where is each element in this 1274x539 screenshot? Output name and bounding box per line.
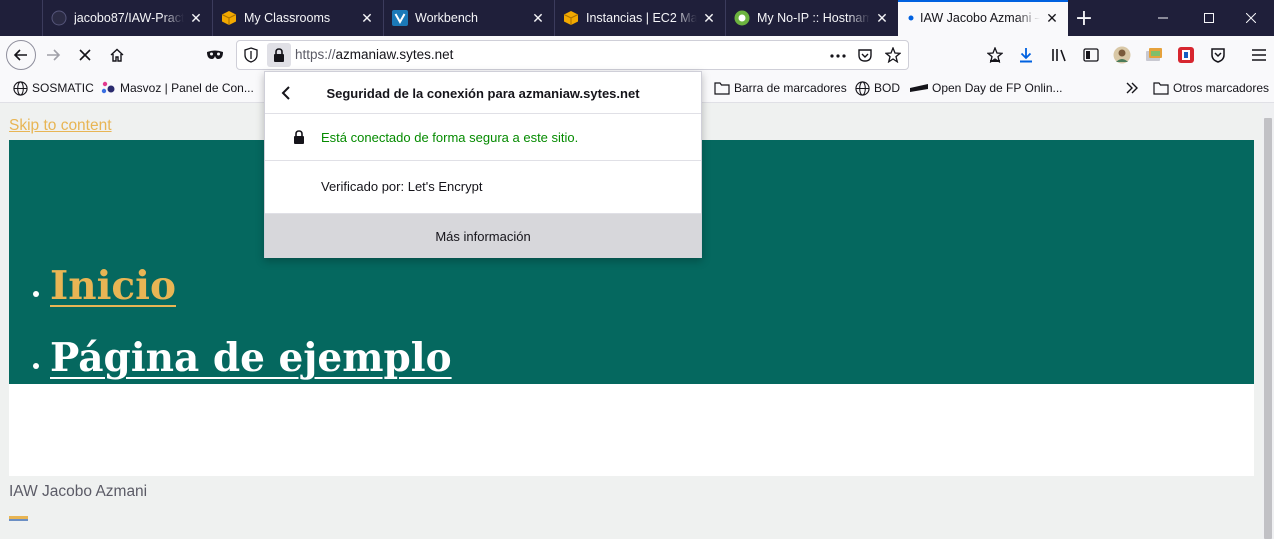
footer-decoration bbox=[9, 516, 28, 521]
stop-button[interactable] bbox=[70, 40, 100, 70]
panel-header: Seguridad de la conexión para azmaniaw.s… bbox=[265, 72, 701, 114]
pocket-icon[interactable] bbox=[857, 47, 875, 65]
new-tab-button[interactable]: + bbox=[1072, 6, 1096, 31]
account-avatar-icon[interactable] bbox=[1107, 40, 1137, 70]
aws-box-icon bbox=[221, 10, 237, 26]
more-info-button[interactable]: Más información bbox=[265, 214, 701, 258]
secure-connection-text: Está conectado de forma segura a este si… bbox=[321, 130, 579, 145]
forward-button[interactable] bbox=[38, 40, 68, 70]
bookmark-label: Barra de marcadores bbox=[734, 81, 847, 95]
bookmark-sosmatic[interactable]: SOSMATIC bbox=[12, 80, 94, 96]
close-icon[interactable]: ✕ bbox=[1044, 10, 1060, 26]
address-bar[interactable]: https://azmaniaw.sytes.net bbox=[236, 40, 909, 70]
library-icon[interactable] bbox=[1045, 40, 1075, 70]
tab-ec2[interactable]: Instancias | EC2 Man ✕ bbox=[554, 0, 725, 36]
url-scheme: https:// bbox=[295, 47, 336, 62]
masvoz-icon bbox=[100, 80, 116, 96]
nav-item-inicio: Inicio bbox=[33, 250, 452, 322]
bookmark-otros-marcadores[interactable]: Otros marcadores bbox=[1153, 80, 1269, 96]
panel-title: Seguridad de la conexión para azmaniaw.s… bbox=[326, 86, 640, 101]
tab-noip[interactable]: My No-IP :: Hostnam ✕ bbox=[725, 0, 898, 36]
bookmark-barra-de-marcadores[interactable]: Barra de marcadores bbox=[714, 80, 847, 96]
bookmarks-menu-icon[interactable] bbox=[980, 40, 1010, 70]
footer-site-name: IAW Jacobo Azmani bbox=[9, 483, 148, 500]
github-icon bbox=[51, 10, 67, 26]
nav-link-inicio[interactable]: Inicio bbox=[50, 263, 176, 309]
bullet bbox=[33, 291, 39, 297]
extension-shield-icon[interactable] bbox=[1203, 40, 1233, 70]
back-button[interactable] bbox=[6, 40, 36, 70]
noip-icon bbox=[734, 10, 750, 26]
bookmark-label: Open Day de FP Onlin... bbox=[932, 81, 1063, 95]
bookmark-label: Otros marcadores bbox=[1173, 81, 1270, 95]
lock-icon bbox=[293, 130, 305, 149]
folder-icon bbox=[1153, 80, 1169, 96]
page-scrollbar[interactable] bbox=[1262, 103, 1274, 539]
tab-title: My No-IP :: Hostnam bbox=[757, 11, 870, 25]
close-icon[interactable]: ✕ bbox=[188, 10, 204, 26]
close-icon[interactable]: ✕ bbox=[359, 10, 375, 26]
bookmark-star-icon[interactable] bbox=[884, 46, 903, 65]
close-icon[interactable]: ✕ bbox=[874, 10, 890, 26]
hamburger-menu-icon[interactable] bbox=[1244, 40, 1274, 70]
tab-title: IAW Jacobo Azmani – bbox=[920, 11, 1040, 25]
vocareum-icon bbox=[392, 10, 408, 26]
tab-github[interactable]: jacobo87/IAW-Practi ✕ bbox=[42, 0, 212, 36]
tab-title: Instancias | EC2 Man bbox=[586, 11, 697, 25]
private-mask-icon bbox=[200, 40, 230, 70]
page-actions-icon[interactable] bbox=[829, 48, 847, 64]
content-area bbox=[9, 384, 1254, 476]
loading-dot-icon bbox=[906, 10, 916, 26]
secure-connection-row: Está conectado de forma segura a este si… bbox=[265, 114, 701, 161]
bookmark-label: Masvoz | Panel de Con... bbox=[120, 81, 254, 95]
tab-title: My Classrooms bbox=[244, 11, 331, 25]
bookmarks-overflow-button[interactable] bbox=[1124, 80, 1144, 96]
tab-title: Workbench bbox=[415, 11, 478, 25]
bookmark-open-day[interactable]: Open Day de FP Onlin... bbox=[910, 80, 1063, 96]
connection-security-panel: Seguridad de la conexión para azmaniaw.s… bbox=[264, 71, 702, 258]
aws-box-icon bbox=[563, 10, 579, 26]
back-arrow-icon[interactable] bbox=[275, 82, 297, 104]
bullet bbox=[33, 363, 39, 369]
extension-red-icon[interactable] bbox=[1171, 40, 1201, 70]
window-close-button[interactable] bbox=[1228, 0, 1274, 36]
home-button[interactable] bbox=[102, 40, 132, 70]
bookmark-bod[interactable]: BOD bbox=[854, 80, 900, 96]
extension-gallery-icon[interactable] bbox=[1139, 40, 1169, 70]
globe-icon bbox=[854, 80, 870, 96]
tab-classrooms[interactable]: My Classrooms ✕ bbox=[212, 0, 383, 36]
navigation-toolbar: https://azmaniaw.sytes.net bbox=[0, 36, 1274, 74]
folder-icon bbox=[714, 80, 730, 96]
nav-link-pagina-de-ejemplo[interactable]: Página de ejemplo bbox=[50, 335, 452, 381]
bookmark-label: BOD bbox=[874, 81, 901, 95]
flag-icon bbox=[910, 80, 928, 96]
tab-workbench[interactable]: Workbench ✕ bbox=[383, 0, 554, 36]
sidebar-icon[interactable] bbox=[1076, 40, 1106, 70]
bookmark-masvoz[interactable]: Masvoz | Panel de Con... bbox=[100, 80, 254, 96]
close-icon[interactable]: ✕ bbox=[530, 10, 546, 26]
lock-icon[interactable] bbox=[267, 43, 291, 67]
maximize-button[interactable] bbox=[1186, 0, 1232, 36]
close-icon[interactable]: ✕ bbox=[701, 10, 717, 26]
minimize-button[interactable] bbox=[1140, 0, 1186, 36]
shield-icon[interactable] bbox=[243, 47, 259, 63]
scrollbar-thumb[interactable] bbox=[1264, 118, 1272, 539]
verifier-row: Verificado por: Let's Encrypt bbox=[265, 161, 701, 214]
main-nav: Inicio Página de ejemplo bbox=[33, 250, 452, 394]
tab-iaw-jacobo[interactable]: IAW Jacobo Azmani – ✕ bbox=[898, 0, 1068, 36]
url-host: azmaniaw.sytes.net bbox=[335, 47, 454, 62]
bookmark-label: SOSMATIC bbox=[32, 81, 94, 95]
downloads-icon[interactable] bbox=[1011, 40, 1041, 70]
verified-by-text: Verificado por: Let's Encrypt bbox=[321, 179, 483, 194]
tab-strip: jacobo87/IAW-Practi ✕ My Classrooms ✕ Wo… bbox=[0, 0, 1274, 36]
globe-icon bbox=[12, 80, 28, 96]
skip-to-content-link[interactable]: Skip to content bbox=[9, 117, 112, 135]
chevron-double-right-icon bbox=[1124, 80, 1140, 96]
tab-title: jacobo87/IAW-Practi bbox=[74, 11, 184, 25]
url-text[interactable]: https://azmaniaw.sytes.net bbox=[295, 47, 453, 62]
